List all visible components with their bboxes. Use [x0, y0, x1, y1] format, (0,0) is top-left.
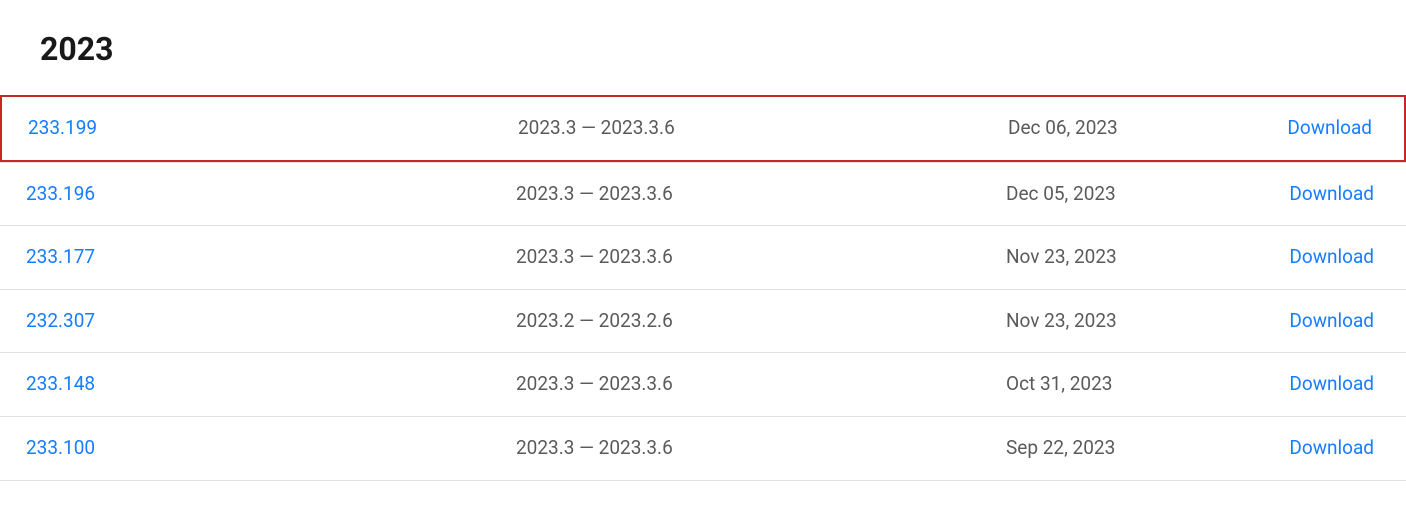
version-range: 2023.3 — 2023.3.6: [516, 244, 1006, 271]
release-date: Sep 22, 2023: [1006, 435, 1289, 462]
download-link[interactable]: Download: [1289, 245, 1374, 268]
table-row: 233.196 2023.3 — 2023.3.6Dec 05, 2023Down…: [0, 162, 1406, 226]
table-row: 233.199 2023.3 — 2023.3.6Dec 06, 2023Down…: [0, 95, 1406, 162]
version-range: 2023.3 — 2023.3.6: [516, 371, 1006, 398]
version-link[interactable]: 233.148: [26, 372, 95, 395]
year-heading: 2023: [0, 20, 1406, 96]
download-link[interactable]: Download: [1289, 372, 1374, 395]
table-row: 233.100 2023.3 — 2023.3.6Sep 22, 2023Down…: [0, 416, 1406, 481]
download-link[interactable]: Download: [1289, 436, 1374, 459]
download-link[interactable]: Download: [1289, 309, 1374, 332]
version-link[interactable]: 233.199: [28, 116, 97, 139]
version-range: 2023.3 — 2023.3.6: [518, 115, 1008, 142]
download-link[interactable]: Download: [1289, 182, 1374, 205]
version-link[interactable]: 233.100: [26, 436, 95, 459]
version-range: 2023.3 — 2023.3.6: [516, 181, 1006, 208]
versions-table: 233.1992023.3 — 2023.3.6Dec 06, 2023Down…: [0, 95, 1406, 481]
version-range: 2023.2 — 2023.2.6: [516, 308, 1006, 335]
release-date: Nov 23, 2023: [1006, 244, 1289, 271]
version-link[interactable]: 233.177: [26, 245, 95, 268]
table-row: 232.307 2023.2 — 2023.2.6Nov 23, 2023Down…: [0, 289, 1406, 353]
version-link[interactable]: 233.196: [26, 182, 95, 205]
download-link[interactable]: Download: [1287, 116, 1372, 139]
version-range: 2023.3 — 2023.3.6: [516, 435, 1006, 462]
version-link[interactable]: 232.307: [26, 309, 95, 332]
table-row: 233.148 2023.3 — 2023.3.6Oct 31, 2023Down…: [0, 352, 1406, 416]
table-row: 233.177 2023.3 — 2023.3.6Nov 23, 2023Down…: [0, 225, 1406, 289]
release-date: Dec 06, 2023: [1008, 115, 1287, 142]
release-date: Nov 23, 2023: [1006, 308, 1289, 335]
release-date: Oct 31, 2023: [1006, 371, 1289, 398]
release-date: Dec 05, 2023: [1006, 181, 1289, 208]
